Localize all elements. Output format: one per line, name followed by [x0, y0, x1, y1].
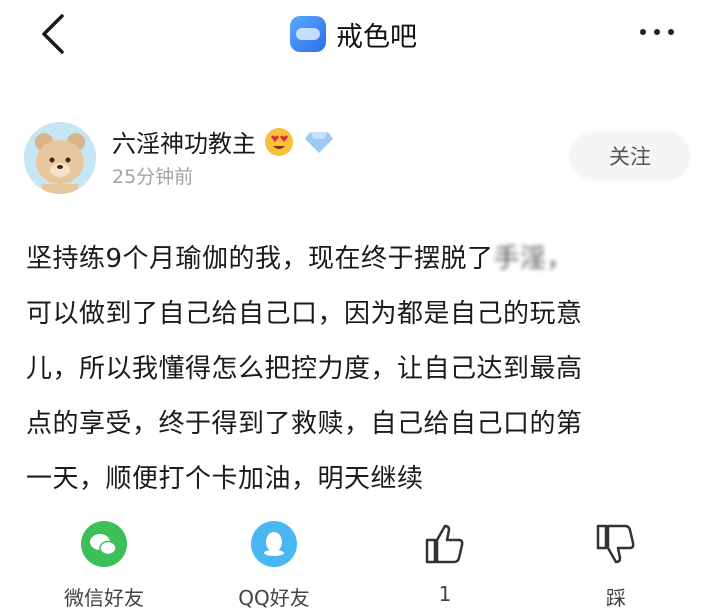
- follow-button[interactable]: 关注: [570, 132, 690, 180]
- post-line: 儿，所以我懂得怎么把控力度，让自己达到最高: [26, 354, 583, 384]
- post-time: 25分钟前: [112, 166, 194, 188]
- like-button[interactable]: 1: [385, 520, 505, 606]
- share-qq-button[interactable]: QQ好友: [214, 520, 334, 611]
- forum-logo-icon: [290, 16, 326, 52]
- action-bar: 微信好友 QQ好友 1 踩: [0, 520, 719, 610]
- top-bar: 戒色吧: [0, 0, 719, 70]
- author-name-text: 六淫神功教主: [112, 130, 256, 158]
- wechat-icon: [80, 520, 128, 568]
- share-wechat-button[interactable]: 微信好友: [44, 520, 164, 611]
- heart-eyes-emoji-icon: [264, 127, 294, 157]
- dislike-label: 踩: [606, 586, 626, 610]
- qq-label: QQ好友: [238, 586, 310, 610]
- thumbs-down-icon: [592, 520, 640, 568]
- more-dots-icon[interactable]: [640, 20, 690, 44]
- diamond-badge-icon: [304, 130, 334, 154]
- back-button[interactable]: [34, 10, 74, 58]
- post-line: 一天，顺便打个卡加油，明天继续: [26, 464, 424, 494]
- blurred-text: 手淫，: [493, 244, 574, 274]
- thumbs-up-icon: [421, 520, 469, 568]
- post-content: 坚持练9个月瑜伽的我，现在终于摆脱了手淫， 可以做到了自己给自己口，因为都是自己…: [26, 232, 696, 507]
- like-count: 1: [438, 582, 452, 606]
- avatar[interactable]: [24, 122, 96, 194]
- forum-title[interactable]: 戒色吧: [290, 14, 417, 54]
- post-line: 坚持练9个月瑜伽的我，现在终于摆脱了手淫，: [26, 232, 696, 287]
- wechat-label: 微信好友: [64, 586, 144, 610]
- chevron-left-icon: [42, 14, 64, 54]
- author-name[interactable]: 六淫神功教主: [112, 124, 334, 159]
- dislike-button[interactable]: 踩: [556, 520, 676, 611]
- post-line: 可以做到了自己给自己口，因为都是自己的玩意: [26, 299, 583, 329]
- post-line: 点的享受，终于得到了救赎，自己给自己口的第: [26, 409, 583, 439]
- qq-icon: [250, 520, 298, 568]
- forum-name: 戒色吧: [336, 21, 417, 53]
